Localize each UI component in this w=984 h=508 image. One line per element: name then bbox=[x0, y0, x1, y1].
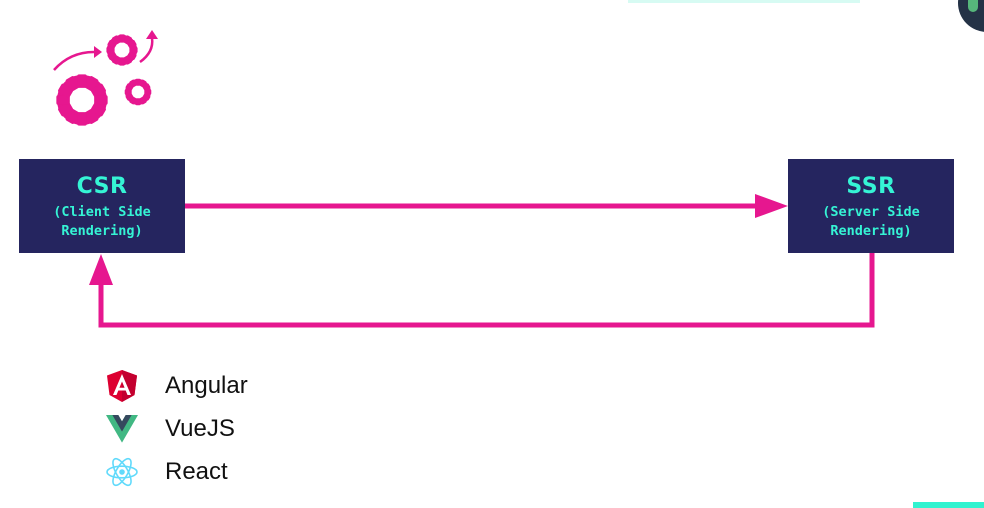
csr-subtitle-line2: Rendering) bbox=[61, 223, 143, 239]
arrowhead-to-csr bbox=[89, 254, 113, 285]
framework-list: Angular VueJS React bbox=[104, 364, 324, 493]
csr-node: CSR (Client Side Rendering) bbox=[19, 159, 185, 253]
react-icon bbox=[104, 454, 140, 490]
ssr-node: SSR (Server Side Rendering) bbox=[788, 159, 954, 253]
ssr-subtitle-line2: Rendering) bbox=[830, 223, 912, 239]
csr-title: CSR bbox=[76, 174, 128, 199]
vuejs-label: VueJS bbox=[165, 414, 235, 442]
gears-icon bbox=[53, 30, 158, 126]
angular-icon bbox=[104, 368, 140, 404]
ssr-title: SSR bbox=[846, 174, 896, 199]
list-item-react: React bbox=[104, 450, 324, 493]
arrow-ssr-to-csr bbox=[98, 253, 875, 328]
react-label: React bbox=[165, 457, 228, 485]
list-item-vuejs: VueJS bbox=[104, 407, 324, 450]
bottom-accent-strip bbox=[913, 502, 984, 508]
arrowhead-to-ssr bbox=[755, 194, 788, 218]
ssr-subtitle-line1: (Server Side bbox=[822, 204, 920, 220]
list-item-angular: Angular bbox=[104, 364, 324, 407]
slide-canvas: CSR (Client Side Rendering) SSR (Server … bbox=[0, 0, 984, 508]
angular-label: Angular bbox=[165, 371, 248, 399]
vue-icon bbox=[104, 411, 140, 447]
csr-subtitle-line1: (Client Side bbox=[53, 204, 151, 220]
